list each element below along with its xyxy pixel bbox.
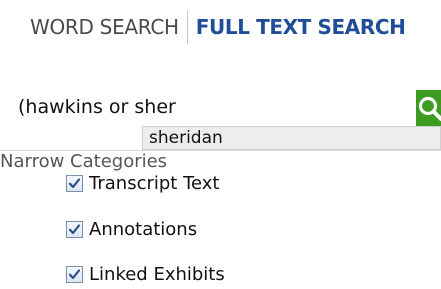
checkmark-icon [68,223,81,234]
checkbox-transcript-text[interactable] [66,174,83,192]
category-transcript-text[interactable]: Transcript Text [66,171,219,195]
autocomplete-suggestion[interactable]: sheridan [142,126,441,150]
checkmark-icon [68,268,81,279]
category-linked-exhibits[interactable]: Linked Exhibits [66,262,225,286]
category-label: Linked Exhibits [89,263,225,285]
search-input[interactable] [0,92,416,122]
search-mode-tabs: WORD SEARCH FULL TEXT SEARCH [30,10,406,44]
checkmark-icon [68,177,81,188]
tab-full-text-search[interactable]: FULL TEXT SEARCH [196,15,406,39]
category-label: Transcript Text [89,172,220,194]
tab-divider [186,10,188,44]
checkbox-annotations[interactable] [66,220,83,238]
category-label: Annotations [89,218,198,240]
checkbox-linked-exhibits[interactable] [66,265,83,283]
search-icon [418,96,441,121]
tab-word-search[interactable]: WORD SEARCH [30,15,179,39]
category-annotations[interactable]: Annotations [66,217,197,241]
search-button[interactable] [416,90,441,126]
